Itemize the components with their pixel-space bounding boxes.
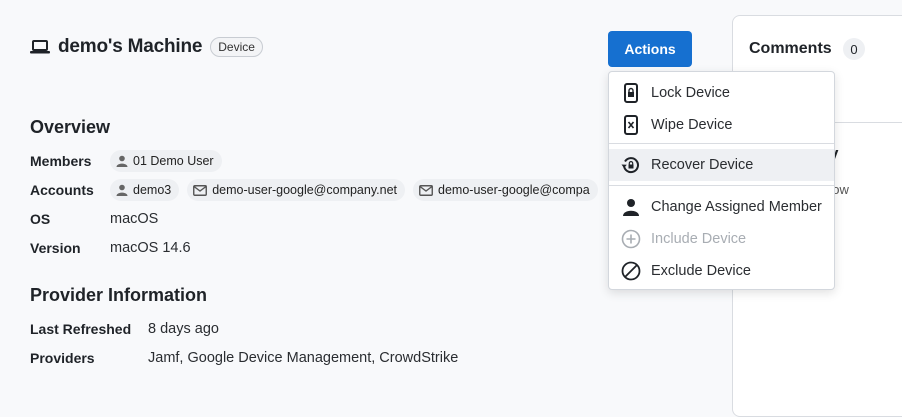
page-header: demo's Machine Device [30,36,263,58]
comments-title: Comments [749,40,832,57]
account-chip[interactable]: demo-user-google@company.net [187,179,406,201]
os-label: OS [30,211,51,227]
menu-item-change-assigned-member[interactable]: Change Assigned Member [609,191,834,223]
menu-item-exclude-device[interactable]: Exclude Device [609,255,834,287]
account-chip[interactable]: demo-user-google@compa [413,179,598,201]
laptop-icon [30,39,50,55]
menu-item-label: Lock Device [651,85,730,101]
menu-item-label: Exclude Device [651,263,751,279]
os-value: macOS [110,211,159,227]
overview-title: Overview [30,117,111,137]
plus-circle-icon [621,229,641,249]
last-refreshed-label: Last Refreshed [30,321,132,337]
menu-divider [609,143,834,144]
recover-device-icon [621,155,641,175]
user-icon [116,155,128,167]
menu-item-include-device[interactable]: Include Device [609,223,834,255]
actions-dropdown-menu: Lock Device Wipe Device Recover Device C… [608,71,835,290]
accounts-label: Accounts [30,182,94,198]
providers-label: Providers [30,350,95,366]
device-type-badge: Device [210,37,263,57]
last-refreshed-row: Last Refreshed 8 days ago [30,319,219,339]
menu-item-lock-device[interactable]: Lock Device [609,77,834,109]
person-icon [621,197,641,217]
version-row: Version macOS 14.6 [30,238,191,258]
account-chip-label: demo-user-google@company.net [212,183,398,197]
wipe-device-icon [621,115,641,135]
accounts-row: Accounts demo3 demo-user-google@company.… [30,179,606,201]
version-value: macOS 14.6 [110,240,191,256]
actions-button[interactable]: Actions [608,31,692,67]
last-refreshed-value: 8 days ago [148,321,219,337]
user-icon [116,184,128,196]
provider-info-title: Provider Information [30,285,208,305]
account-chip[interactable]: demo3 [110,179,180,201]
member-chip-label: 01 Demo User [133,154,214,168]
page-title: demo's Machine [58,36,203,57]
block-icon [621,261,641,281]
mail-icon [193,184,208,196]
os-row: OS macOS [30,209,158,229]
members-label: Members [30,153,92,169]
version-label: Version [30,240,81,256]
providers-row: Providers Jamf, Google Device Management… [30,348,458,368]
lock-device-icon [621,83,641,103]
providers-value: Jamf, Google Device Management, CrowdStr… [148,350,459,366]
menu-item-label: Wipe Device [651,117,733,133]
menu-item-label: Change Assigned Member [651,199,822,215]
member-chip[interactable]: 01 Demo User [110,150,222,172]
menu-item-label: Recover Device [651,157,754,173]
account-chip-label: demo-user-google@compa [438,183,590,197]
menu-item-wipe-device[interactable]: Wipe Device [609,109,834,141]
menu-item-recover-device[interactable]: Recover Device [609,149,834,181]
menu-item-label: Include Device [651,231,747,247]
account-chip-label: demo3 [133,183,172,197]
mail-icon [419,184,433,196]
comments-count-badge: 0 [843,38,865,60]
members-row: Members 01 Demo User [30,150,230,172]
menu-divider [609,185,834,186]
